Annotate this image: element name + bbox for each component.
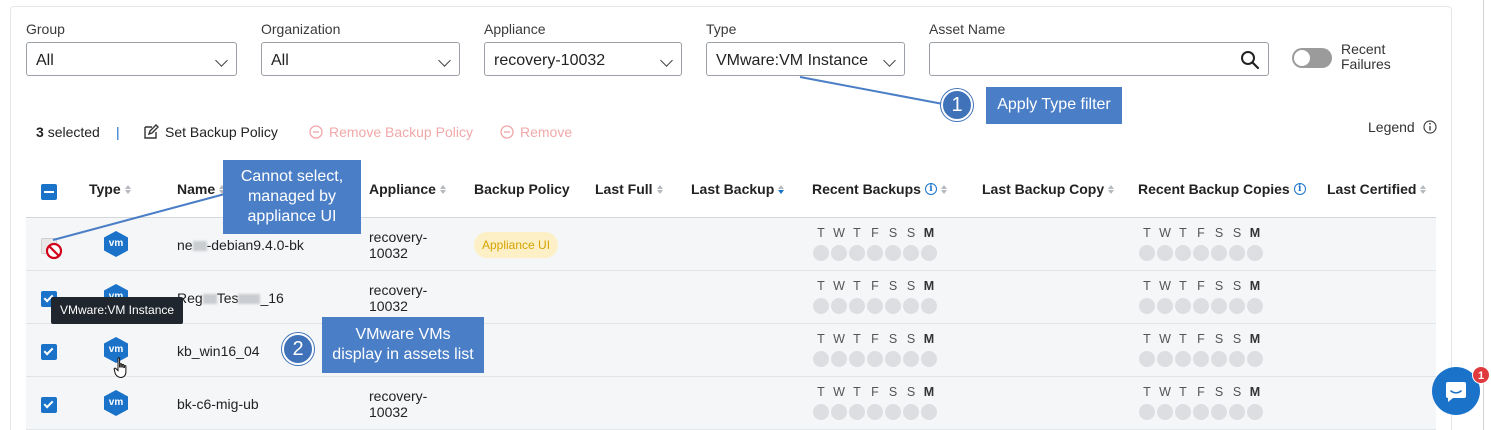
callout-vmware-vms: VMware VMs display in assets list xyxy=(322,317,484,373)
callout-apply-type-filter: Apply Type filter xyxy=(986,87,1122,124)
notification-badge: 1 xyxy=(1472,366,1490,384)
step-number-2: 2 xyxy=(282,333,314,365)
callout-cannot-select: Cannot select, managed by appliance UI xyxy=(223,160,361,234)
chat-bubble-icon xyxy=(1446,382,1466,402)
step-number-1: 1 xyxy=(941,89,973,121)
